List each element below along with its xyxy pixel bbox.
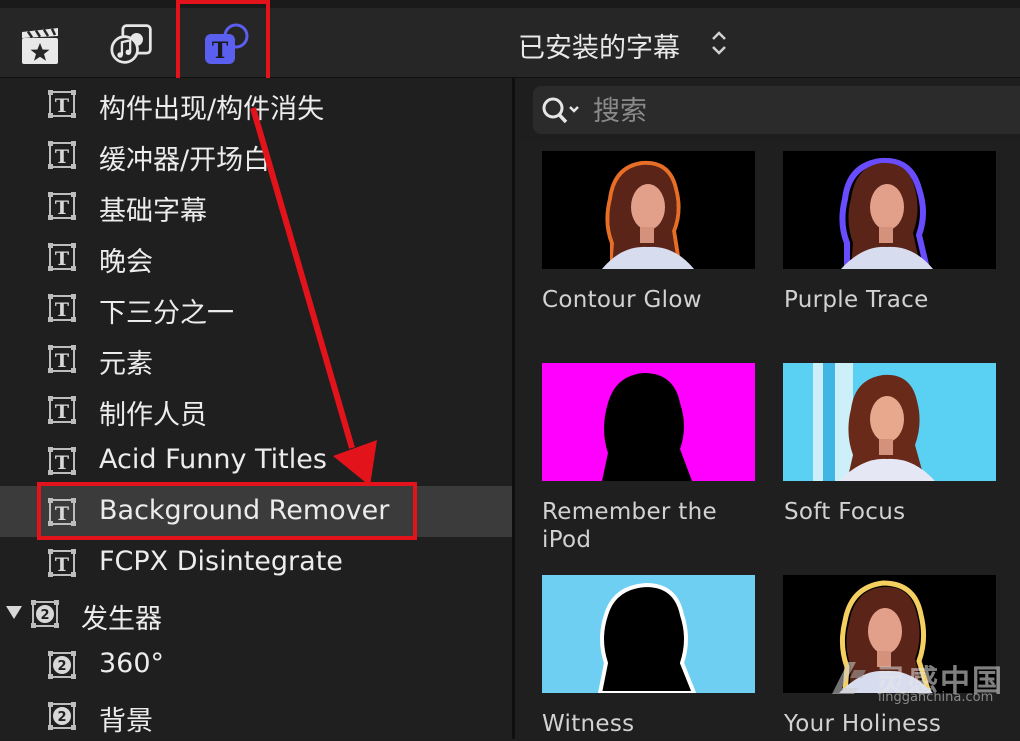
generator-icon: 2 bbox=[48, 651, 76, 679]
thumbnail-purple-trace[interactable] bbox=[783, 151, 996, 269]
annotation-highlight-titles-button bbox=[176, 0, 270, 83]
search-bar bbox=[533, 86, 1020, 134]
thumbnail-label: Your Holiness bbox=[784, 711, 942, 737]
title-icon: T bbox=[48, 243, 76, 271]
thumbnail-witness[interactable] bbox=[542, 575, 755, 693]
title-icon: T bbox=[48, 192, 76, 220]
sidebar-group-generators[interactable]: 2 发生器 bbox=[0, 588, 512, 639]
svg-text:T: T bbox=[55, 197, 69, 219]
sidebar-item-label: Acid Funny Titles bbox=[99, 444, 327, 475]
sidebar-item-label: 360° bbox=[99, 648, 165, 679]
thumbnail-contour-glow[interactable] bbox=[542, 151, 755, 269]
watermark: 灵感中国 lingganchina.com bbox=[828, 652, 1008, 712]
generator-icon: 2 bbox=[31, 600, 59, 628]
title-icon: T bbox=[48, 345, 76, 373]
sidebar-item-label: 晚会 bbox=[99, 247, 153, 278]
sidebar-item[interactable]: T 晚会 bbox=[0, 231, 512, 282]
svg-text:T: T bbox=[55, 248, 69, 270]
svg-text:T: T bbox=[55, 554, 69, 576]
title-icon: T bbox=[48, 447, 76, 475]
title-icon: T bbox=[48, 396, 76, 424]
sidebar-item[interactable]: T 构件出现/构件消失 bbox=[0, 78, 512, 129]
search-icon[interactable] bbox=[540, 94, 584, 128]
sidebar-item-label: 构件出现/构件消失 bbox=[99, 94, 325, 125]
thumbnail-label: Witness bbox=[542, 711, 635, 737]
title-icon: T bbox=[48, 141, 76, 169]
sidebar-item-label: 背景 bbox=[99, 706, 153, 737]
sidebar-item-label: 发生器 bbox=[81, 604, 162, 635]
svg-text:2: 2 bbox=[57, 710, 66, 725]
thumbnail-remember-the-ipod[interactable] bbox=[542, 363, 755, 481]
thumbnail-soft-focus[interactable] bbox=[783, 363, 996, 481]
generator-icon: 2 bbox=[48, 702, 76, 730]
sidebar-item[interactable]: T 缓冲器/开场白 bbox=[0, 129, 512, 180]
thumbnail-label: Purple Trace bbox=[784, 287, 929, 313]
sidebar-item-label: 缓冲器/开场白 bbox=[99, 145, 271, 176]
sidebar-item-label: 下三分之一 bbox=[99, 298, 234, 329]
svg-text:T: T bbox=[55, 299, 69, 321]
clapperboard-star-icon[interactable] bbox=[18, 24, 62, 68]
photos-music-icon[interactable] bbox=[110, 22, 154, 66]
sidebar-item-label: 基础字幕 bbox=[99, 196, 207, 227]
annotation-highlight-background-remover bbox=[37, 482, 417, 540]
sidebar-item[interactable]: 2 背景 bbox=[0, 690, 512, 741]
svg-text:T: T bbox=[55, 350, 69, 372]
sidebar-item[interactable]: 2 360° bbox=[0, 639, 512, 690]
svg-text:T: T bbox=[55, 452, 69, 474]
svg-text:2: 2 bbox=[57, 659, 66, 674]
sidebar-item[interactable]: T FCPX Disintegrate bbox=[0, 537, 512, 588]
sidebar-item-label: 元素 bbox=[99, 349, 153, 380]
title-icon: T bbox=[48, 90, 76, 118]
chevron-updown-icon[interactable] bbox=[708, 28, 730, 58]
svg-text:T: T bbox=[55, 146, 69, 168]
thumbnail-label: Soft Focus bbox=[784, 499, 906, 525]
watermark-logo-icon bbox=[832, 662, 866, 694]
sidebar-item-label: FCPX Disintegrate bbox=[99, 546, 343, 577]
browser-title[interactable]: 已安装的字幕 bbox=[518, 26, 680, 65]
disclosure-triangle-icon[interactable] bbox=[6, 606, 22, 619]
watermark-subtext: lingganchina.com bbox=[878, 690, 994, 705]
thumbnail-label: Contour Glow bbox=[542, 287, 702, 313]
sidebar-item[interactable]: T 下三分之一 bbox=[0, 282, 512, 333]
thumbnail-label: Remember the iPod bbox=[542, 499, 717, 553]
sidebar-item[interactable]: T 制作人员 bbox=[0, 384, 512, 435]
svg-text:T: T bbox=[55, 401, 69, 423]
sidebar-item-label: 制作人员 bbox=[99, 400, 207, 431]
sidebar-item[interactable]: T 元素 bbox=[0, 333, 512, 384]
sidebar-item[interactable]: T Acid Funny Titles bbox=[0, 435, 512, 486]
title-icon: T bbox=[48, 549, 76, 577]
search-input[interactable] bbox=[591, 92, 995, 130]
svg-text:T: T bbox=[55, 95, 69, 117]
svg-text:2: 2 bbox=[40, 608, 49, 623]
sidebar-item[interactable]: T 基础字幕 bbox=[0, 180, 512, 231]
title-icon: T bbox=[48, 294, 76, 322]
window-edge bbox=[0, 0, 1020, 8]
